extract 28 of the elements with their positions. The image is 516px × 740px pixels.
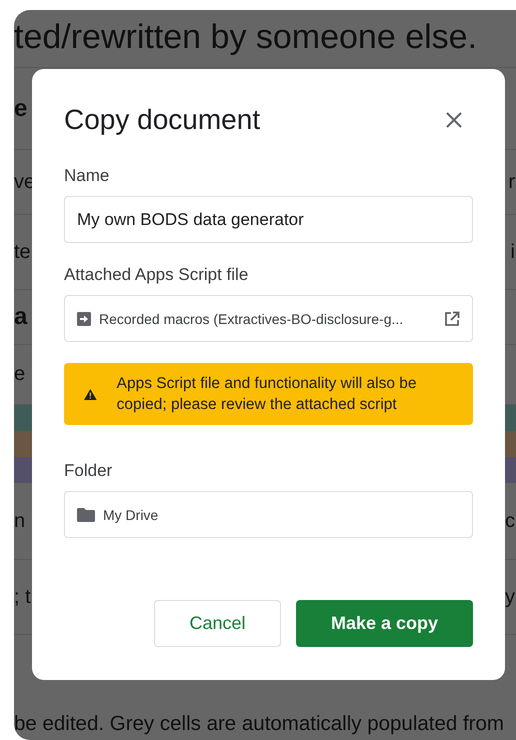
- document-text: be edited. Grey cells are automatically populated from: [14, 712, 504, 736]
- cell-text: y: [505, 586, 516, 608]
- cell-text: te: [14, 240, 31, 264]
- field-label: Name: [64, 166, 110, 186]
- cell-text: i: [510, 240, 516, 264]
- document-heading: ted/rewritten by someone else.: [14, 17, 478, 58]
- warning-text: Apps Script file and functionality will also be copied; please review the attached script: [116, 374, 418, 415]
- external-link-icon[interactable]: [444, 310, 460, 326]
- file-name: Recorded macros (Extractives-BO-disclosure-g...: [99, 310, 404, 326]
- cell-text: e: [14, 94, 28, 122]
- cancel-button[interactable]: Cancel: [154, 600, 281, 647]
- cell-text: c: [505, 510, 516, 532]
- dialog-title: Copy document: [64, 104, 260, 136]
- cell-text: ; t: [14, 586, 31, 608]
- cell-text: a: [14, 303, 28, 331]
- cell-text: r: [508, 170, 516, 194]
- script-icon: [77, 312, 91, 326]
- cell-text: n: [14, 510, 26, 532]
- folder-field[interactable]: My Drive: [64, 491, 473, 538]
- field-label: Attached Apps Script file: [64, 265, 250, 285]
- name-field[interactable]: My own BODS data generator: [64, 196, 473, 243]
- folder-icon: [77, 508, 95, 522]
- folder-name: My Drive: [103, 506, 158, 522]
- close-icon[interactable]: [445, 111, 463, 129]
- make-copy-button[interactable]: Make a copy: [296, 600, 473, 647]
- cell-text: e: [14, 363, 26, 386]
- field-label: Folder: [64, 461, 114, 481]
- script-file-field[interactable]: Recorded macros (Extractives-BO-disclosure-g...: [64, 295, 473, 342]
